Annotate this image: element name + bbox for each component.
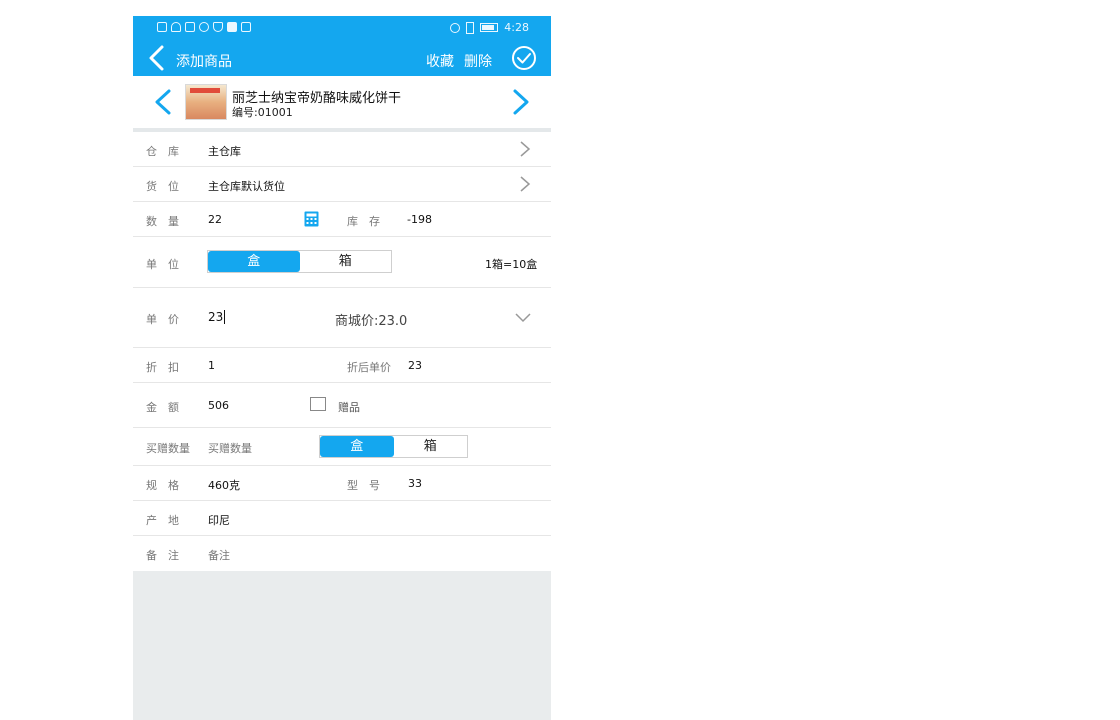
origin-input[interactable]: 印尼 xyxy=(208,512,230,528)
mail-icon xyxy=(241,22,251,32)
page-title: 添加商品 xyxy=(176,54,232,70)
spec-row: 规 格 460克 型 号 33 xyxy=(133,466,551,501)
mall-price: 商城价:23.0 xyxy=(335,314,408,329)
origin-label: 产 地 xyxy=(146,514,179,527)
discount-row: 折 扣 1 折后单价 23 xyxy=(133,348,551,383)
amount-label: 金 额 xyxy=(146,401,179,414)
unit-option-case[interactable]: 箱 xyxy=(300,251,392,272)
amount-input[interactable]: 506 xyxy=(208,399,229,412)
gift-label: 赠品 xyxy=(338,401,360,414)
unit-label: 单 位 xyxy=(146,258,179,271)
unit-row: 单 位 盒 箱 1箱=10盒 xyxy=(133,237,551,288)
warehouse-value: 主仓库 xyxy=(208,145,241,158)
discounted-price-label: 折后单价 xyxy=(347,361,391,374)
discounted-price-value[interactable]: 23 xyxy=(408,359,422,372)
buy-gift-row: 买赠数量 买赠数量 盒 箱 xyxy=(133,428,551,466)
next-product-icon[interactable] xyxy=(509,88,533,116)
quantity-input[interactable]: 22 xyxy=(208,213,222,226)
unit-option-box[interactable]: 盒 xyxy=(208,251,300,272)
spec-input[interactable]: 460克 xyxy=(208,477,240,493)
status-time: 4:28 xyxy=(504,21,529,34)
model-label: 型 号 xyxy=(347,479,380,492)
product-thumbnail xyxy=(185,84,227,120)
battery-icon xyxy=(480,23,499,32)
stock-label: 库 存 xyxy=(347,215,380,228)
location-row[interactable]: 货 位 主仓库默认货位 xyxy=(133,167,551,202)
remark-label: 备 注 xyxy=(146,549,179,562)
location-label: 货 位 xyxy=(146,180,179,193)
chevron-down-icon[interactable] xyxy=(515,313,531,323)
product-header: 丽芝士纳宝帝奶酪味威化饼干 编号:01001 xyxy=(133,76,551,132)
status-icons-right: 4:28 xyxy=(450,21,529,34)
discount-label: 折 扣 xyxy=(146,361,179,374)
buy-gift-option-box[interactable]: 盒 xyxy=(320,436,394,457)
chevron-right-icon xyxy=(520,176,531,192)
notification-icon xyxy=(157,22,167,32)
price-input[interactable]: 23 xyxy=(208,310,226,324)
message-icon xyxy=(185,22,195,32)
empty-area xyxy=(133,572,551,720)
globe-icon xyxy=(199,22,209,32)
back-arrow-icon[interactable] xyxy=(145,44,169,72)
unit-segmented-control: 盒 箱 xyxy=(207,250,392,273)
wifi-icon xyxy=(171,22,181,32)
buy-gift-unit-control: 盒 箱 xyxy=(319,435,468,458)
favorite-button[interactable]: 收藏 xyxy=(426,51,454,71)
warehouse-label: 仓 库 xyxy=(146,145,179,158)
delete-button[interactable]: 删除 xyxy=(464,51,492,71)
amount-row: 金 额 506 赠品 xyxy=(133,383,551,428)
status-icons-left xyxy=(157,22,251,32)
chevron-right-icon xyxy=(520,141,531,157)
buy-gift-input[interactable]: 买赠数量 xyxy=(208,440,252,456)
stock-value: -198 xyxy=(407,213,432,226)
remark-input[interactable]: 备注 xyxy=(208,547,230,563)
origin-row: 产 地 印尼 xyxy=(133,501,551,536)
buy-gift-option-case[interactable]: 箱 xyxy=(394,436,468,457)
product-code: 编号:01001 xyxy=(232,106,293,119)
location-icon xyxy=(450,22,461,33)
vibrate-icon xyxy=(466,21,475,34)
app-bar: 添加商品 收藏 删除 xyxy=(133,40,551,76)
price-label: 单 价 xyxy=(146,313,179,326)
app-icon xyxy=(227,22,237,32)
status-bar: 4:28 xyxy=(133,16,551,40)
gift-checkbox[interactable] xyxy=(310,397,326,411)
spec-label: 规 格 xyxy=(146,479,179,492)
quantity-row: 数 量 22 库 存 -198 xyxy=(133,202,551,237)
calculator-icon[interactable] xyxy=(304,211,319,227)
confirm-check-icon[interactable] xyxy=(511,45,537,71)
phone-screen: 4:28 添加商品 收藏 删除 丽芝士纳宝帝奶酪味威化饼干 编号:01001 仓… xyxy=(133,16,551,720)
location-value: 主仓库默认货位 xyxy=(208,180,285,193)
model-input[interactable]: 33 xyxy=(408,477,422,490)
shield-icon xyxy=(213,22,223,32)
buy-gift-label: 买赠数量 xyxy=(146,442,190,455)
discount-input[interactable]: 1 xyxy=(208,359,215,372)
warehouse-row[interactable]: 仓 库 主仓库 xyxy=(133,132,551,167)
price-row: 单 价 23 商城价:23.0 xyxy=(133,288,551,348)
quantity-label: 数 量 xyxy=(146,215,179,228)
remark-row: 备 注 备注 xyxy=(133,536,551,571)
unit-conversion: 1箱=10盒 xyxy=(485,258,538,271)
product-form: 仓 库 主仓库 货 位 主仓库默认货位 数 量 22 库 存 -198 单 位 … xyxy=(133,132,551,571)
previous-product-icon[interactable] xyxy=(151,88,175,116)
